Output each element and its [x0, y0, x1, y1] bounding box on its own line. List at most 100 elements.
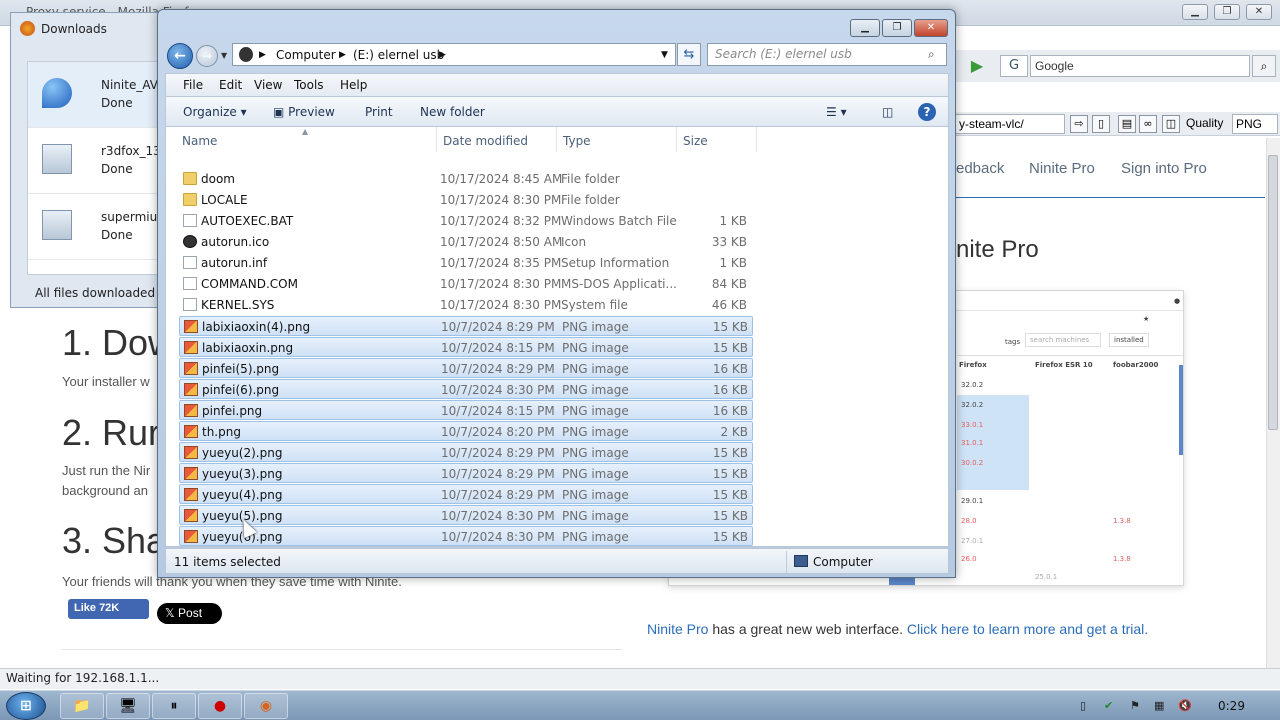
menu-edit[interactable]: Edit — [219, 78, 242, 92]
column-name[interactable]: Name — [182, 134, 217, 148]
capture-icon[interactable]: ◫ — [1162, 115, 1180, 133]
recent-pages-dropdown[interactable]: ▼ — [221, 51, 227, 60]
ico-icon — [183, 235, 197, 248]
firefox-search-input[interactable]: Google — [1030, 55, 1250, 77]
file-row[interactable]: pinfei(5).png 10/7/2024 8:29 PM PNG image 1… — [179, 358, 753, 378]
download-status: Done — [101, 228, 133, 242]
help-icon[interactable]: ? — [918, 103, 936, 121]
file-list-pane[interactable]: ▲ Name Date modified Type Size doom 10/17… — [165, 127, 949, 547]
nav-sign-in-link[interactable]: Sign into Pro — [1121, 160, 1207, 177]
file-row[interactable]: pinfei(6).png 10/7/2024 8:30 PM PNG image 1… — [179, 379, 753, 399]
screenshot-value: 1.3.8 — [1113, 555, 1131, 563]
binoculars-icon[interactable]: ∞ — [1139, 115, 1157, 133]
go-arrow-icon[interactable]: ▶ — [966, 56, 988, 76]
download-item[interactable]: r3dfox_130_0 Done — [28, 128, 182, 194]
file-row[interactable]: yueyu(2).png 10/7/2024 8:29 PM PNG image 15… — [179, 442, 753, 462]
selection-count: 11 items selected — [174, 555, 281, 569]
downloads-window[interactable]: Downloads Ninite_AVG_ Done r3dfox_130_0 … — [10, 12, 182, 308]
back-button[interactable]: ← — [167, 43, 193, 69]
file-row[interactable]: doom 10/17/2024 8:45 AM File folder — [179, 169, 753, 189]
forward-button[interactable]: → — [196, 45, 218, 67]
tray-volume-muted-icon[interactable]: 🔇 — [1178, 699, 1192, 712]
menu-help[interactable]: Help — [340, 78, 367, 92]
close-button[interactable]: ✕ — [914, 19, 948, 37]
tray-check-icon[interactable]: ✔ — [1104, 699, 1113, 712]
address-bar[interactable]: ▶ Computer ▶ (E:) elernel usb ▶ ▼ — [232, 43, 676, 66]
download-item[interactable]: supermium_ Done — [28, 194, 175, 260]
search-engine-icon[interactable]: G — [1000, 55, 1028, 77]
refresh-button[interactable]: ⇆ — [677, 43, 701, 66]
search-input[interactable]: Search (E:) elernel usb — [707, 43, 947, 66]
search-icon[interactable]: ⌕ — [928, 47, 935, 62]
preview-button[interactable]: ▣ Preview — [273, 105, 335, 119]
menu-view[interactable]: View — [254, 78, 282, 92]
breadcrumb-separator-icon[interactable]: ▶ — [339, 50, 346, 60]
address-dropdown-icon[interactable]: ▼ — [661, 50, 668, 60]
view-options-button[interactable]: ☰ ▾ — [826, 105, 847, 119]
file-row[interactable]: labixiaoxin.png 10/7/2024 8:15 PM PNG imag… — [179, 337, 753, 357]
firefox-maximize-button[interactable]: ❐ — [1214, 4, 1240, 20]
tray-flag-icon[interactable]: ⚑ — [1130, 699, 1140, 712]
taskbar-explorer-icon[interactable]: 📁 — [60, 693, 104, 719]
file-row[interactable]: yueyu(4).png 10/7/2024 8:29 PM PNG image 15… — [179, 484, 753, 504]
bookmark-icon[interactable]: ▯ — [1092, 115, 1110, 133]
file-type: File folder — [561, 172, 620, 186]
new-folder-button[interactable]: New folder — [420, 105, 485, 119]
search-icon[interactable]: ⌕ — [1252, 55, 1276, 77]
file-row[interactable]: AUTOEXEC.BAT 10/17/2024 8:32 PM Windows Ba… — [179, 211, 753, 231]
taskbar-firefox-icon[interactable]: ◉ — [244, 693, 288, 719]
file-row[interactable]: th.png 10/7/2024 8:20 PM PNG image 2 KB — [179, 421, 753, 441]
explorer-window[interactable]: ▁ ❐ ✕ ← → ▼ ▶ Computer ▶ (E:) elernel us… — [157, 9, 956, 578]
ninite-pro-link[interactable]: Ninite Pro — [647, 621, 708, 637]
column-type[interactable]: Type — [563, 134, 591, 148]
addon-url-field[interactable]: y-steam-vlc/ — [955, 114, 1065, 134]
x-post-button[interactable]: 𝕏 Post — [157, 603, 222, 624]
minimize-button[interactable]: ▁ — [850, 19, 880, 37]
firefox-statusbar: Waiting for 192.168.1.1... — [0, 668, 1280, 689]
page-scrollbar-thumb[interactable] — [1268, 155, 1278, 430]
file-row[interactable]: KERNEL.SYS 10/17/2024 8:30 PM System file 4… — [179, 295, 753, 315]
organize-button[interactable]: Organize ▾ — [183, 105, 247, 119]
facebook-like-button[interactable]: Like 72K — [68, 599, 149, 619]
downloads-list[interactable]: Ninite_AVG_ Done r3dfox_130_0 Done super… — [27, 61, 182, 275]
file-name: autorun.inf — [201, 256, 268, 270]
clock[interactable]: 0:29 — [1218, 699, 1245, 713]
breadcrumb-separator-icon[interactable]: ▶ — [259, 50, 266, 60]
breadcrumb-separator-icon[interactable]: ▶ — [439, 50, 446, 60]
tray-network-icon[interactable]: ▦ — [1154, 699, 1164, 712]
print-button[interactable]: Print — [365, 105, 393, 119]
start-button[interactable]: ⊞ — [6, 692, 46, 720]
firefox-close-button[interactable]: ✕ — [1246, 4, 1272, 20]
taskbar-opera-icon[interactable]: ● — [198, 693, 242, 719]
format-select[interactable]: PNG — [1232, 114, 1278, 134]
taskbar-media-icon[interactable]: ⏸ — [152, 693, 196, 719]
firefox-minimize-button[interactable]: ▁ — [1182, 4, 1208, 20]
tray-document-icon[interactable]: ▯ — [1080, 699, 1086, 712]
file-type: PNG image — [562, 467, 629, 481]
file-row[interactable]: yueyu(5).png 10/7/2024 8:30 PM PNG image 15… — [179, 505, 753, 525]
file-row[interactable]: LOCALE 10/17/2024 8:30 PM File folder — [179, 190, 753, 210]
column-size[interactable]: Size — [683, 134, 708, 148]
menu-tools[interactable]: Tools — [294, 78, 324, 92]
computer-icon — [794, 555, 808, 567]
file-row[interactable]: autorun.ico 10/17/2024 8:50 AM Icon 33 KB — [179, 232, 753, 252]
nav-feedback-link[interactable]: edback — [956, 160, 1004, 177]
file-row[interactable]: yueyu(6).png 10/7/2024 8:30 PM PNG image 15… — [179, 526, 753, 546]
file-row[interactable]: pinfei.png 10/7/2024 8:15 PM PNG image 16 K… — [179, 400, 753, 420]
forward-arrow-icon[interactable]: ⇨ — [1070, 115, 1088, 133]
column-date-modified[interactable]: Date modified — [443, 134, 528, 148]
menu-file[interactable]: File — [183, 78, 203, 92]
maximize-button[interactable]: ❐ — [882, 19, 912, 37]
learn-more-link[interactable]: Click here to learn more and get a trial… — [907, 621, 1148, 637]
page-icon[interactable]: ▤ — [1118, 115, 1136, 133]
file-row[interactable]: COMMAND.COM 10/17/2024 8:30 PM MS-DOS Appl… — [179, 274, 753, 294]
nav-ninite-pro-link[interactable]: Ninite Pro — [1029, 160, 1095, 177]
breadcrumb-computer[interactable]: Computer — [276, 48, 336, 62]
download-item[interactable]: Ninite_AVG_ Done — [28, 62, 173, 128]
preview-pane-icon[interactable]: ◫ — [882, 105, 893, 119]
breadcrumb-drive[interactable]: (E:) elernel usb — [353, 48, 444, 62]
file-row[interactable]: autorun.inf 10/17/2024 8:35 PM Setup Infor… — [179, 253, 753, 273]
file-row[interactable]: yueyu(3).png 10/7/2024 8:29 PM PNG image 15… — [179, 463, 753, 483]
file-row[interactable]: labixiaoxin(4).png 10/7/2024 8:29 PM PNG i… — [179, 316, 753, 336]
taskbar-computer-icon[interactable]: 🖥 — [106, 693, 150, 719]
